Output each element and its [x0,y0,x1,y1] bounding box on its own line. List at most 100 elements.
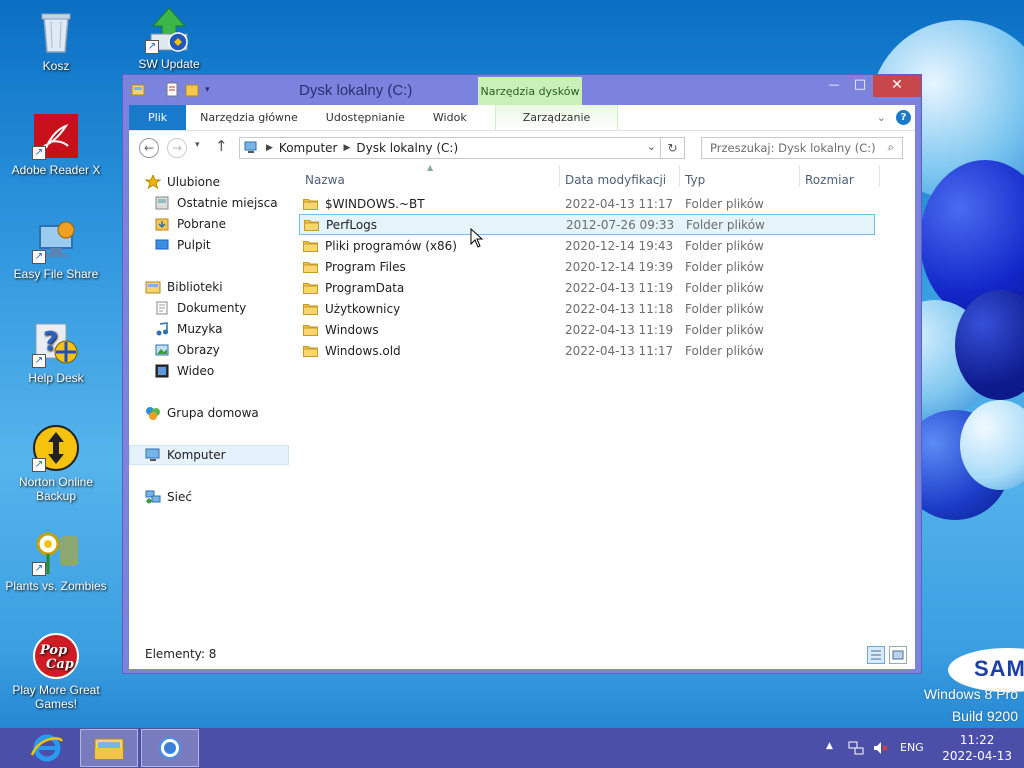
tab-file[interactable]: Plik [129,105,187,130]
column-divider[interactable] [799,165,800,187]
breadcrumb-local-disk[interactable]: Dysk lokalny (C:) [356,141,458,155]
column-header-date[interactable]: Data modyfikacji [565,173,666,187]
recent-locations-icon[interactable]: ▾ [195,140,200,150]
forward-button[interactable]: → [167,138,187,158]
file-type: Folder plików [685,238,764,253]
nav-item-videos[interactable]: Wideo [129,361,289,381]
os-build-label: Build 9200 [951,708,1018,724]
details-view-button[interactable] [867,646,885,664]
desktop-icon-help-desk[interactable]: ? ↗ Help Desk [1,320,111,385]
file-row[interactable]: Windows 2022-04-13 11:19 Folder plików [299,319,875,340]
address-bar[interactable]: ▶ Komputer ▶ Dysk lokalny (C:) ⌄ [239,137,661,159]
clock[interactable]: 11:22 2022-04-13 [942,732,1012,764]
documents-icon [155,301,171,315]
back-button[interactable]: ← [139,138,159,158]
close-button[interactable]: ✕ [873,75,921,97]
file-row[interactable]: PerfLogs 2012-07-26 09:33 Folder plików [299,214,875,235]
file-row[interactable]: ProgramData 2022-04-13 11:19 Folder plików [299,277,875,298]
column-label: Nazwa [305,173,345,187]
taskbar-internet-explorer[interactable] [18,729,76,767]
nav-item-pictures[interactable]: Obrazy [129,340,289,360]
nav-item-favorites[interactable]: Ulubione [129,172,289,192]
file-row[interactable]: Windows.old 2022-04-13 11:17 Folder plików [299,340,875,361]
large-icons-view-button[interactable] [889,646,907,664]
desktop-icon-easy-file-share[interactable]: ↗ Easy File Share [1,216,111,281]
desktop-icon-label: Play More Great Games! [12,683,100,711]
file-list: Nazwa ▲ Data modyfikacji Typ Rozmiar $WI… [299,163,915,641]
desktop-icon-norton-backup[interactable]: ↗ Norton Online Backup [1,424,111,503]
column-header-type[interactable]: Typ [685,173,705,187]
search-input[interactable]: Przeszukaj: Dysk lokalny (C:) ⌕ [701,137,903,159]
column-label: Typ [685,173,706,187]
nav-label: Wideo [177,364,215,378]
file-row[interactable]: $WINDOWS.~BT 2022-04-13 11:17 Folder plikó… [299,193,875,214]
search-icon: ⌕ [887,140,894,154]
taskbar-chrome[interactable] [141,729,199,767]
refresh-button[interactable]: ↻ [661,137,685,159]
column-header-size[interactable]: Rozmiar [805,173,854,187]
star-icon [144,173,162,190]
file-name: Windows.old [325,343,401,358]
computer-icon [244,141,257,153]
column-header-name[interactable]: Nazwa [305,173,345,187]
desktop-icon-recycle-bin[interactable]: Kosz [1,8,111,73]
taskbar: ▲ ENG 11:22 2022-04-13 [0,728,1024,768]
nav-item-music[interactable]: Muzyka [129,319,289,339]
file-row[interactable]: Użytkownicy 2022-04-13 11:18 Folder plików [299,298,875,319]
show-hidden-icons-button[interactable]: ▲ [826,741,833,751]
nav-item-documents[interactable]: Dokumenty [129,298,289,318]
shortcut-arrow-icon: ↗ [32,354,46,368]
breadcrumb-computer[interactable]: Komputer [279,141,338,155]
volume-muted-icon[interactable] [872,740,888,756]
nav-item-recent-places[interactable]: Ostatnie miejsca [129,193,289,213]
column-divider[interactable] [679,165,680,187]
help-icon[interactable]: ? [896,110,911,125]
file-row[interactable]: Pliki programów (x86) 2020-12-14 19:43 Fol… [299,235,875,256]
sw-update-icon: ↗ [145,6,193,54]
search-placeholder: Przeszukaj: Dysk lokalny (C:) [710,141,876,155]
up-button[interactable]: ↑ [215,137,228,155]
maximize-button[interactable]: □ [847,75,873,97]
nav-item-network[interactable]: Sieć [129,487,289,507]
title-bar[interactable]: ▾ Dysk lokalny (C:) Narzędzia dysków — □… [123,75,921,105]
network-icon[interactable] [848,740,864,756]
large-icons-view-icon [892,650,904,660]
shortcut-arrow-icon: ↗ [32,146,46,160]
taskbar-file-explorer[interactable] [80,729,138,767]
nav-item-desktop[interactable]: Pulpit [129,235,289,255]
explorer-icon[interactable] [131,82,145,97]
properties-icon[interactable] [165,82,179,97]
folder-icon [303,303,318,315]
nav-item-homegroup[interactable]: Grupa domowa [129,403,289,423]
tab-home[interactable]: Narzędzia główne [186,105,312,130]
nav-item-libraries[interactable]: Biblioteki [129,277,289,297]
file-type: Folder plików [685,322,764,337]
address-dropdown-icon[interactable]: ⌄ [647,140,656,153]
minimize-button[interactable]: — [821,75,847,97]
file-date: 2022-04-13 11:19 [565,280,674,295]
file-name: Pliki programów (x86) [325,238,457,253]
nav-label: Sieć [167,490,192,504]
column-divider[interactable] [559,165,560,187]
nav-item-downloads[interactable]: Pobrane [129,214,289,234]
customize-toolbar-icon[interactable]: ▾ [205,85,210,95]
tab-share[interactable]: Udostępnianie [312,105,419,130]
clock-time: 11:22 [959,733,995,747]
input-language[interactable]: ENG [900,741,924,754]
desktop-icon-adobe-reader[interactable]: ↗ Adobe Reader X [1,112,111,177]
desktop-icon-plants-vs-zombies[interactable]: ↗ Plants vs. Zombies [1,528,111,593]
nav-item-computer[interactable]: Komputer [129,445,289,465]
new-folder-icon[interactable] [185,82,199,97]
help-desk-icon: ? ↗ [32,320,80,368]
desktop-icon-popcap-games[interactable]: Pop Cap Play More Great Games! [1,632,111,711]
desktop-icon-sw-update[interactable]: ↗ SW Update [114,6,224,71]
column-divider[interactable] [879,165,880,187]
desktop-icon-label: Plants vs. Zombies [5,579,107,593]
tab-manage[interactable]: Zarządzanie [494,105,619,130]
expand-ribbon-icon[interactable]: ⌄ [877,111,886,124]
file-row[interactable]: Program Files 2020-12-14 19:39 Folder plik… [299,256,875,277]
tab-view[interactable]: Widok [419,105,481,130]
context-tab-group-label: Narzędzia dysków [478,77,582,105]
file-name: Program Files [325,259,406,274]
file-type: Folder plików [685,301,764,316]
